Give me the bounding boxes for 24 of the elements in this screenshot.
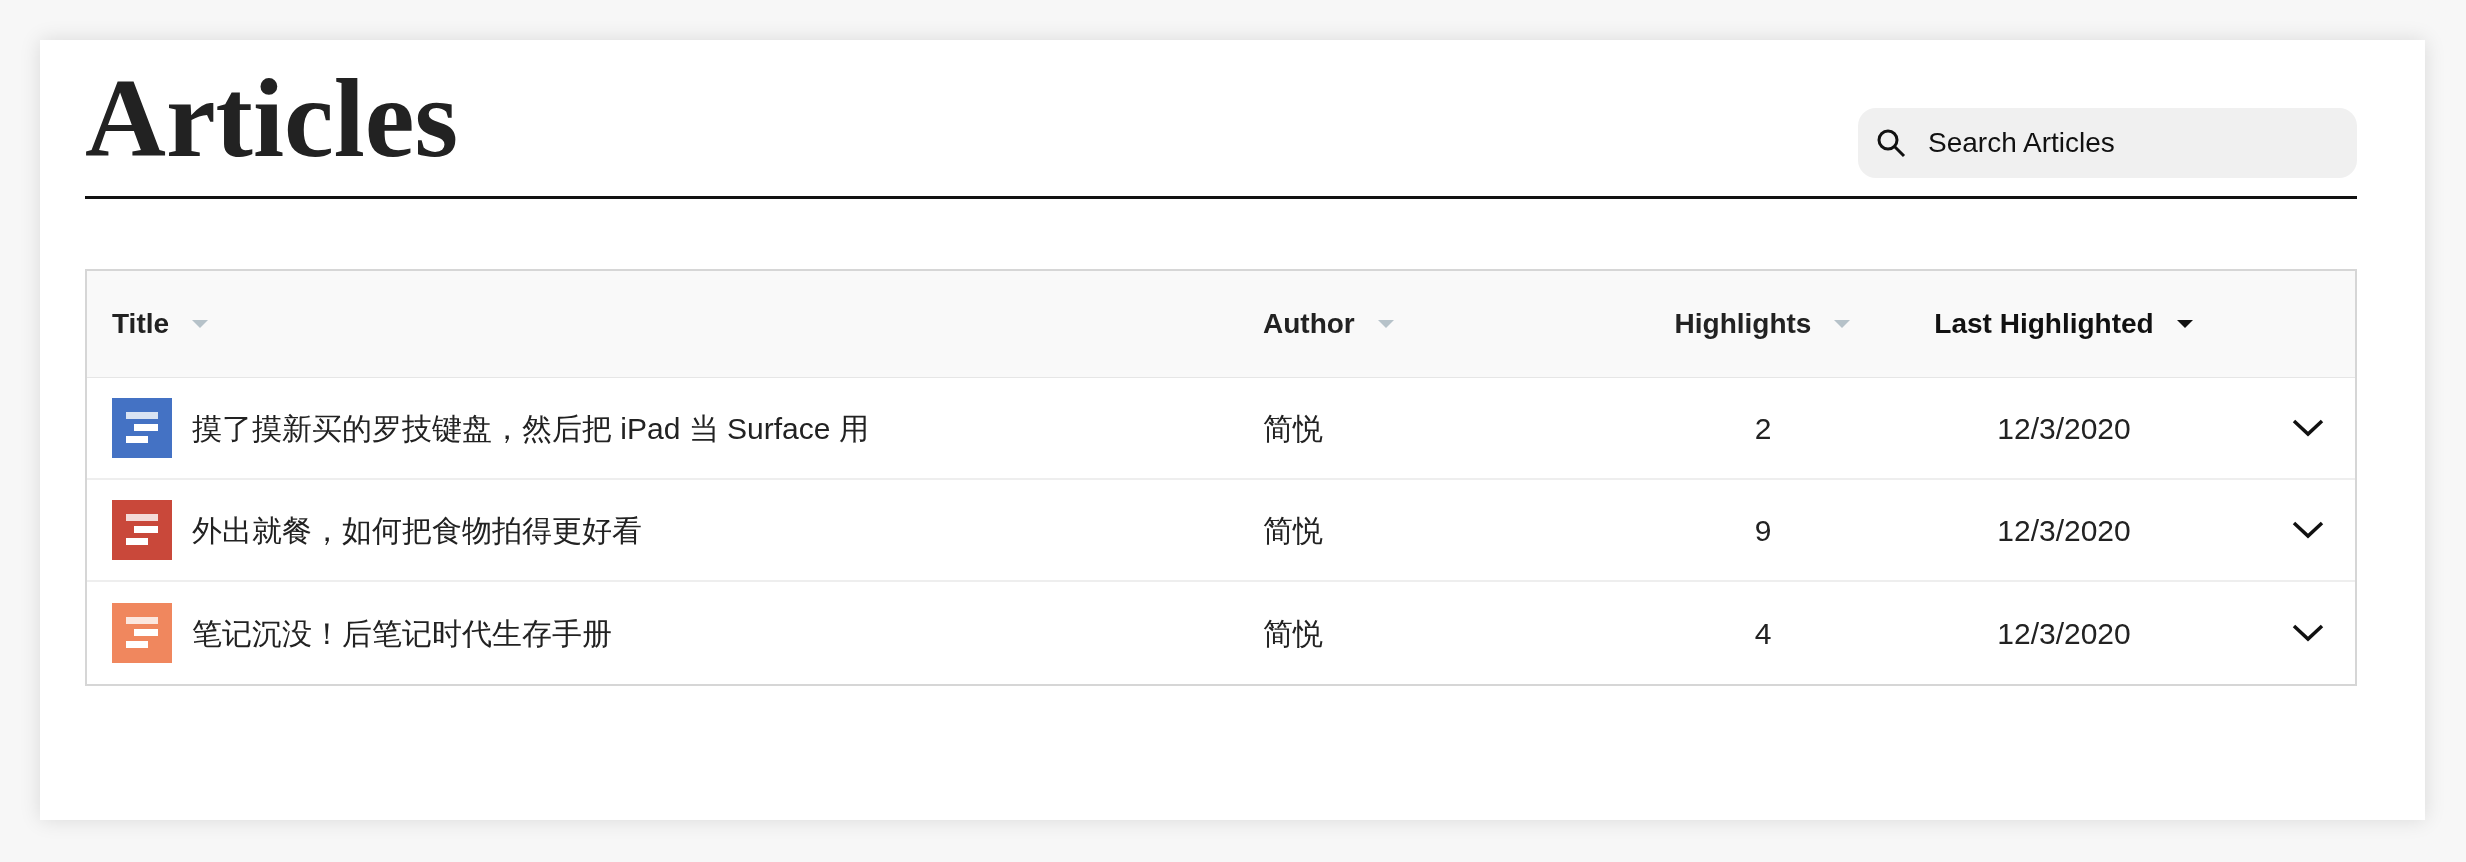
expand-chevron-icon[interactable] (2291, 623, 2325, 643)
article-title[interactable]: 外出就餐，如何把食物拍得更好看 (192, 507, 642, 553)
author-cell-text: 简悦 (1263, 615, 1323, 652)
date-cell-text: 12/3/2020 (1997, 615, 2131, 652)
column-header[interactable]: Last Highlighted (1934, 303, 2194, 345)
column-header[interactable]: Highlights (1674, 303, 1852, 345)
search-field[interactable]: Search Articles (1858, 108, 2357, 178)
highlights-count: 4 (1754, 615, 1772, 652)
expand-chevron-icon[interactable] (2291, 520, 2325, 540)
page-title: Articles (85, 62, 459, 174)
column-header[interactable]: Title (112, 303, 210, 345)
article-title[interactable]: 笔记沉没！后笔记时代生存手册 (192, 610, 612, 656)
date-cell-text: 12/3/2020 (1997, 410, 2131, 447)
table-row[interactable]: 摸了摸新买的罗技键盘，然后把 iPad 当 Surface 用 简悦 2 12/3/2020 (87, 378, 2355, 480)
highlights-count: 9 (1754, 512, 1772, 549)
expand-chevron-icon[interactable] (2291, 418, 2325, 438)
column-header[interactable]: Author (1263, 303, 1395, 345)
author-cell-text: 简悦 (1263, 410, 1323, 447)
highlights-count: 2 (1754, 410, 1772, 447)
table-row[interactable]: 笔记沉没！后笔记时代生存手册 简悦 4 12/3/2020 (87, 582, 2355, 684)
author-cell-text: 简悦 (1263, 512, 1323, 549)
table-row[interactable]: 外出就餐，如何把食物拍得更好看 简悦 9 12/3/2020 (87, 480, 2355, 582)
article-title[interactable]: 摸了摸新买的罗技键盘，然后把 iPad 当 Surface 用 (192, 405, 869, 451)
date-cell-text: 12/3/2020 (1997, 512, 2131, 549)
